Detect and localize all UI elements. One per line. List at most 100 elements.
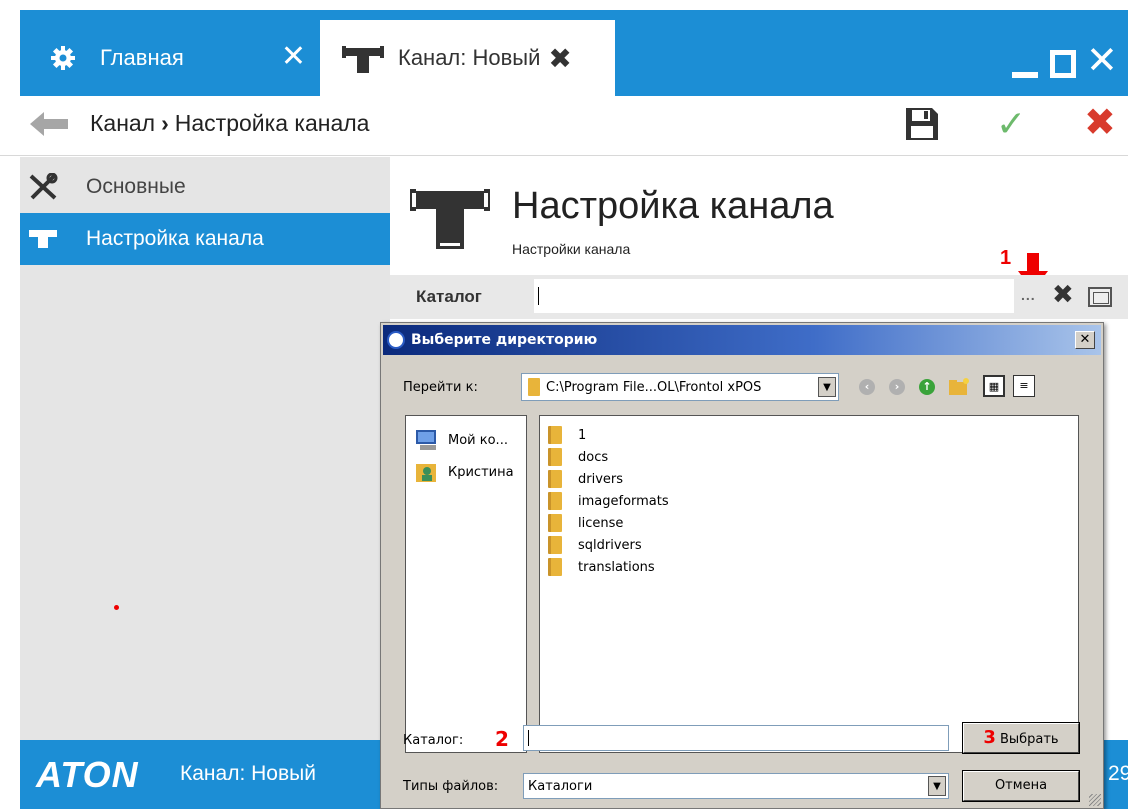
- folder-item[interactable]: 1: [548, 424, 586, 446]
- annotation-1: 1: [1000, 247, 1012, 269]
- browse-dots-button[interactable]: ...: [1021, 287, 1036, 303]
- folder-icon: [548, 536, 562, 554]
- folder-name: imageformats: [578, 493, 669, 509]
- dialog-catalog-label: Каталог:: [403, 733, 464, 748]
- maximize-icon[interactable]: [1050, 50, 1076, 78]
- breadcrumb-root[interactable]: Канал: [90, 110, 155, 136]
- breadcrumb-current: Настройка канала: [174, 110, 370, 136]
- text-caret: [528, 730, 529, 746]
- cancel-icon[interactable]: ✖: [1084, 104, 1116, 142]
- folder-name: license: [578, 515, 624, 531]
- my-computer-icon: [416, 430, 436, 450]
- dropdown-arrow-icon[interactable]: ▼: [818, 377, 836, 397]
- folder-item[interactable]: imageformats: [548, 490, 669, 512]
- folder-icon: [548, 426, 562, 444]
- title-bar: Главная ✕ Канал: Новый ✖ ✕: [0, 0, 1128, 96]
- gear-icon: [51, 46, 75, 70]
- place-user-folder[interactable]: Кристина: [414, 460, 526, 484]
- folder-icon: [548, 514, 562, 532]
- text-caret: [538, 287, 539, 305]
- sidebar-item-main[interactable]: Основные: [20, 162, 390, 212]
- dialog-close-button[interactable]: ✕: [1075, 331, 1095, 349]
- close-window-icon[interactable]: ✕: [1086, 42, 1118, 80]
- place-label: Мой ко...: [448, 432, 508, 448]
- folder-name: translations: [578, 559, 655, 575]
- places-pane: Мой ко... Кристина: [405, 415, 527, 753]
- sidebar-item-channel-settings[interactable]: Настройка канала: [20, 213, 390, 265]
- footer-number: 29: [1108, 762, 1128, 785]
- save-icon[interactable]: [904, 106, 940, 142]
- up-folder-icon[interactable]: ↑: [915, 375, 939, 399]
- sidebar: Основные Настройка канала: [20, 157, 390, 740]
- folder-name: sqldrivers: [578, 537, 642, 553]
- folder-item[interactable]: license: [548, 512, 623, 534]
- choose-button-label: Выбрать: [999, 732, 1059, 747]
- folder-item[interactable]: sqldrivers: [548, 534, 642, 556]
- annotation-3: 3: [983, 727, 996, 748]
- tab-home[interactable]: Главная ✕: [20, 20, 320, 96]
- catalog-input[interactable]: [534, 279, 1014, 313]
- pipe-tee-icon: [26, 224, 60, 254]
- folder-list-pane: 1 docs drivers imageformats license sqld…: [539, 415, 1079, 753]
- page-title: Настройка канала: [512, 185, 834, 227]
- pipe-tee-icon: [342, 46, 384, 73]
- place-my-computer[interactable]: Мой ко...: [414, 428, 526, 452]
- folder-icon: [548, 558, 562, 576]
- ok-icon[interactable]: ✓: [996, 106, 1026, 142]
- folder-name: drivers: [578, 471, 624, 487]
- tab-home-label: Главная: [100, 45, 184, 70]
- filetypes-label: Типы файлов:: [403, 779, 499, 794]
- clear-icon[interactable]: ✖: [1052, 281, 1074, 307]
- new-folder-icon[interactable]: [947, 375, 971, 399]
- footer-document-name: Канал: Новый: [180, 762, 316, 785]
- folder-icon: [548, 448, 562, 466]
- catalog-label: Каталог: [416, 287, 482, 306]
- filetypes-select[interactable]: Каталоги ▼: [523, 773, 949, 799]
- annotation-2: 2: [495, 727, 509, 751]
- aton-logo: ATON: [36, 754, 139, 795]
- dialog-app-icon: [387, 331, 405, 349]
- breadcrumb-separator: ›: [161, 110, 169, 136]
- place-label: Кристина: [448, 464, 514, 480]
- resize-grip-icon[interactable]: [1089, 794, 1101, 806]
- forward-nav-icon[interactable]: ›: [885, 375, 909, 399]
- folder-name: 1: [578, 427, 587, 443]
- red-dot-marker: [114, 605, 119, 610]
- tab-channel-new[interactable]: Канал: Новый ✖: [320, 20, 615, 96]
- folder-item[interactable]: docs: [548, 446, 608, 468]
- tab-home-close-icon[interactable]: ✕: [281, 42, 306, 72]
- minimize-icon[interactable]: [1012, 72, 1038, 78]
- goto-label: Перейти к:: [403, 380, 478, 395]
- sidebar-item-label: Основные: [86, 175, 186, 198]
- back-arrow-icon[interactable]: [30, 112, 68, 136]
- catalog-field-row: Каталог ... ✖: [390, 275, 1128, 319]
- dialog-cancel-button[interactable]: Отмена: [962, 770, 1080, 802]
- breadcrumb: Канал › Настройка канала: [90, 110, 369, 137]
- select-directory-dialog: Выберите директорию ✕ Перейти к: C:\Prog…: [380, 322, 1104, 809]
- folder-icon: [548, 492, 562, 510]
- sidebar-item-label: Настройка канала: [86, 227, 264, 250]
- detail-view-icon[interactable]: ▦: [983, 375, 1005, 397]
- folder-name: docs: [578, 449, 609, 465]
- tab-channel-label: Канал: Новый: [398, 45, 541, 70]
- filetypes-value: Каталоги: [528, 779, 593, 794]
- page-subtitle: Настройки канала: [512, 241, 631, 257]
- folder-icon: [528, 378, 540, 396]
- dialog-title-bar: Выберите директорию ✕: [383, 325, 1101, 355]
- breadcrumb-bar: Канал › Настройка канала ✓ ✖: [0, 96, 1128, 156]
- folder-browse-icon[interactable]: [1088, 287, 1112, 307]
- list-view-icon[interactable]: ≡: [1013, 375, 1035, 397]
- dialog-title: Выберите директорию: [411, 332, 598, 348]
- goto-path-select[interactable]: C:\Program File...OL\Frontol xPOS ▼: [521, 373, 839, 401]
- choose-button[interactable]: 3 Выбрать: [962, 722, 1080, 754]
- goto-path-value: C:\Program File...OL\Frontol xPOS: [546, 380, 762, 395]
- tools-icon: [26, 172, 60, 202]
- folder-item[interactable]: translations: [548, 556, 655, 578]
- dropdown-arrow-icon[interactable]: ▼: [928, 776, 946, 796]
- dialog-catalog-input[interactable]: [523, 725, 949, 751]
- folder-item[interactable]: drivers: [548, 468, 623, 490]
- back-nav-icon[interactable]: ‹: [855, 375, 879, 399]
- pipe-tee-large-icon: [410, 189, 490, 249]
- tab-channel-close-icon[interactable]: ✖: [548, 42, 571, 75]
- user-folder-icon: [416, 464, 436, 482]
